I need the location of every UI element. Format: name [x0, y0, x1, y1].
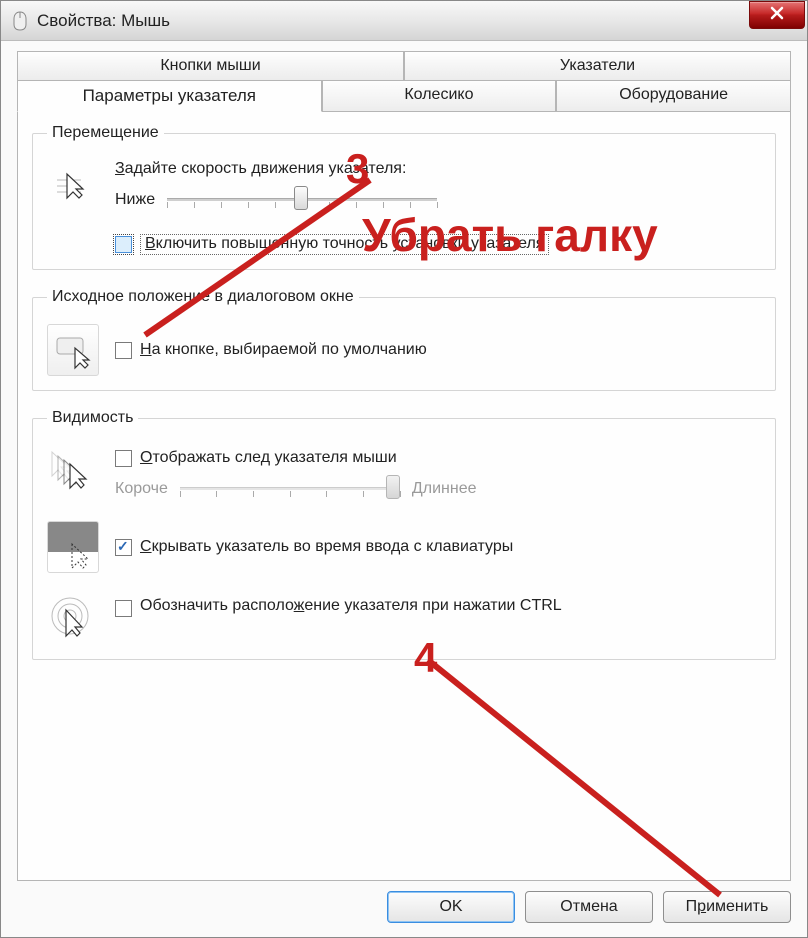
pointer-speed-label: Задайте скорость движения указателя: [115, 160, 761, 178]
group-snapto-legend: Исходное положение в диалоговом окне [47, 288, 359, 306]
tab-wheel[interactable]: Колесико [322, 80, 557, 112]
ctrl-locate-checkbox[interactable] [115, 600, 132, 617]
hide-typing-label: Скрывать указатель во время ввода с клав… [140, 538, 513, 556]
group-motion: Перемещение Задайте скорость движения ук… [32, 124, 776, 270]
tab-buttons[interactable]: Кнопки мыши [17, 51, 404, 80]
tab-pointer-options[interactable]: Параметры указателя [17, 80, 322, 112]
tabs-row-1: Кнопки мыши Указатели [17, 51, 791, 80]
button-bar: OK Отмена Применить [17, 881, 791, 923]
mouse-icon [9, 10, 31, 32]
snapto-icon [47, 324, 99, 376]
group-visibility-legend: Видимость [47, 409, 138, 427]
dialog-body: Кнопки мыши Указатели Параметры указател… [1, 41, 807, 937]
trails-label: Отображать след указателя мыши [140, 449, 397, 467]
hide-typing-icon [47, 521, 99, 573]
cancel-button[interactable]: Отмена [525, 891, 653, 923]
window-title: Свойства: Мышь [37, 11, 170, 31]
tab-hardware[interactable]: Оборудование [556, 80, 791, 112]
titlebar: Свойства: Мышь [1, 1, 807, 41]
pointer-speed-slider[interactable] [167, 188, 437, 212]
ok-button[interactable]: OK [387, 891, 515, 923]
enhance-precision-label: Включить повышенную точность установки у… [140, 234, 549, 255]
mouse-properties-window: Свойства: Мышь Кнопки мыши Указатели Пар… [0, 0, 808, 938]
group-snapto: Исходное положение в диалоговом окне На … [32, 288, 776, 391]
group-motion-legend: Перемещение [47, 124, 164, 142]
trails-icon [47, 445, 99, 497]
trails-slider [180, 477, 400, 501]
tabs-row-2: Параметры указателя Колесико Оборудовани… [17, 80, 791, 112]
ctrl-locate-icon [47, 593, 99, 645]
apply-button[interactable]: Применить [663, 891, 791, 923]
trails-min-label: Короче [115, 480, 168, 498]
close-icon [770, 6, 784, 24]
tab-pointers[interactable]: Указатели [404, 51, 791, 80]
trails-max-label: Длиннее [412, 480, 477, 498]
pointer-speed-icon [47, 160, 99, 212]
enhance-precision-checkbox[interactable] [115, 236, 132, 253]
snapto-label: На кнопке, выбираемой по умолчанию [140, 341, 427, 359]
ctrl-locate-label: Обозначить расположение указателя при на… [140, 597, 562, 615]
trails-checkbox[interactable] [115, 450, 132, 467]
tab-content: Перемещение Задайте скорость движения ук… [17, 111, 791, 881]
slider-min-label: Ниже [115, 191, 155, 209]
close-button[interactable] [749, 1, 805, 29]
snapto-checkbox[interactable] [115, 342, 132, 359]
hide-typing-checkbox[interactable] [115, 539, 132, 556]
group-visibility: Видимость Отображать след ука [32, 409, 776, 660]
